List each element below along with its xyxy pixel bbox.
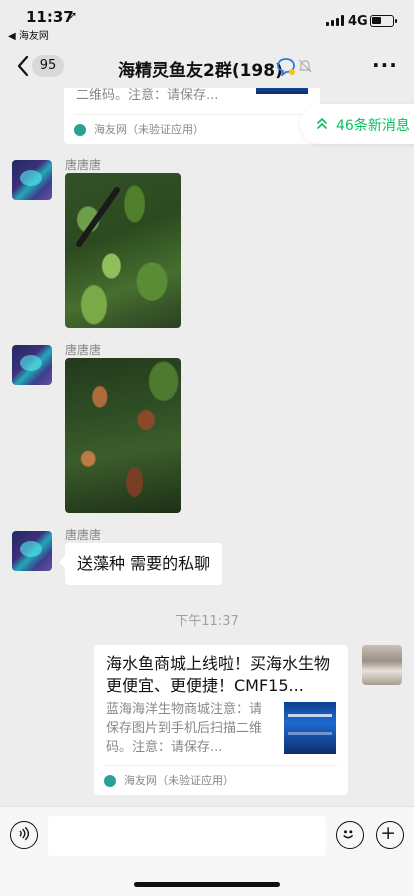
mute-bell-icon (298, 59, 312, 73)
app-logo-icon (104, 775, 116, 787)
new-messages-pill[interactable]: 46条新消息 (300, 104, 414, 144)
message-photo[interactable] (65, 358, 181, 513)
share-card-footer-text: 海友网（未验证应用） (124, 774, 234, 787)
top-card-thumbnail (256, 88, 308, 94)
app-logo-icon (74, 124, 86, 136)
group-chat-icon (277, 58, 295, 76)
status-time: 11:37 (26, 8, 74, 26)
chat-area[interactable]: 二维码。注意：请保存... 海友网（未验证应用） 46条新消息 唐唐唐 唐唐唐 … (0, 88, 414, 806)
location-arrow-icon: ➚ (68, 9, 78, 22)
back-to-app-link[interactable]: ◀ 海友网 (8, 27, 49, 42)
home-indicator[interactable] (134, 882, 280, 887)
more-options-icon[interactable]: ··· (372, 53, 398, 77)
message-photo[interactable] (65, 173, 181, 328)
avatar[interactable] (12, 531, 52, 571)
message-bubble[interactable]: 送藻种 需要的私聊 (58, 543, 223, 585)
nav-bar: 95 海精灵鱼友2群(198) ··· (0, 44, 414, 88)
voice-icon[interactable] (10, 821, 38, 849)
share-card[interactable]: 海水鱼商城上线啦！买海水生物更便宜、更便捷！CMF15... 蓝海海洋生物商城注… (94, 645, 348, 795)
top-share-card[interactable]: 二维码。注意：请保存... 海友网（未验证应用） (64, 88, 320, 144)
sender-name: 唐唐唐 (65, 528, 102, 542)
plus-icon[interactable] (376, 821, 404, 849)
emoji-icon[interactable] (336, 821, 364, 849)
top-card-desc: 二维码。注意：请保存... (76, 88, 219, 103)
share-card-footer: 海友网（未验证应用） (104, 765, 338, 795)
sender-name: 唐唐唐 (65, 343, 102, 357)
top-card-footer-text: 海友网（未验证应用） (94, 123, 204, 136)
share-card-desc: 蓝海海洋生物商城注意：请保存图片到手机后扫描二维码。注意：请保存... (106, 702, 263, 755)
message-timestamp: 下午11:37 (175, 614, 239, 629)
avatar[interactable] (12, 160, 52, 200)
signal-icon (326, 15, 344, 26)
network-type: 4G (348, 14, 368, 29)
message-input[interactable] (48, 816, 326, 856)
chat-title: 海精灵鱼友2群(198) (118, 61, 283, 81)
share-card-thumbnail (284, 702, 336, 754)
new-messages-text: 46条新消息 (336, 118, 410, 134)
unread-count-badge[interactable]: 95 (32, 55, 64, 77)
my-avatar[interactable] (362, 645, 402, 685)
avatar[interactable] (12, 345, 52, 385)
top-card-footer: 海友网（未验证应用） (74, 114, 310, 144)
double-chevron-up-icon (317, 117, 327, 129)
sender-name: 唐唐唐 (65, 158, 102, 172)
share-card-title: 海水鱼商城上线啦！买海水生物更便宜、更便捷！CMF15... (106, 654, 331, 695)
battery-icon (370, 15, 397, 27)
status-bar: 11:37 ➚ ◀ 海友网 4G (0, 0, 414, 44)
